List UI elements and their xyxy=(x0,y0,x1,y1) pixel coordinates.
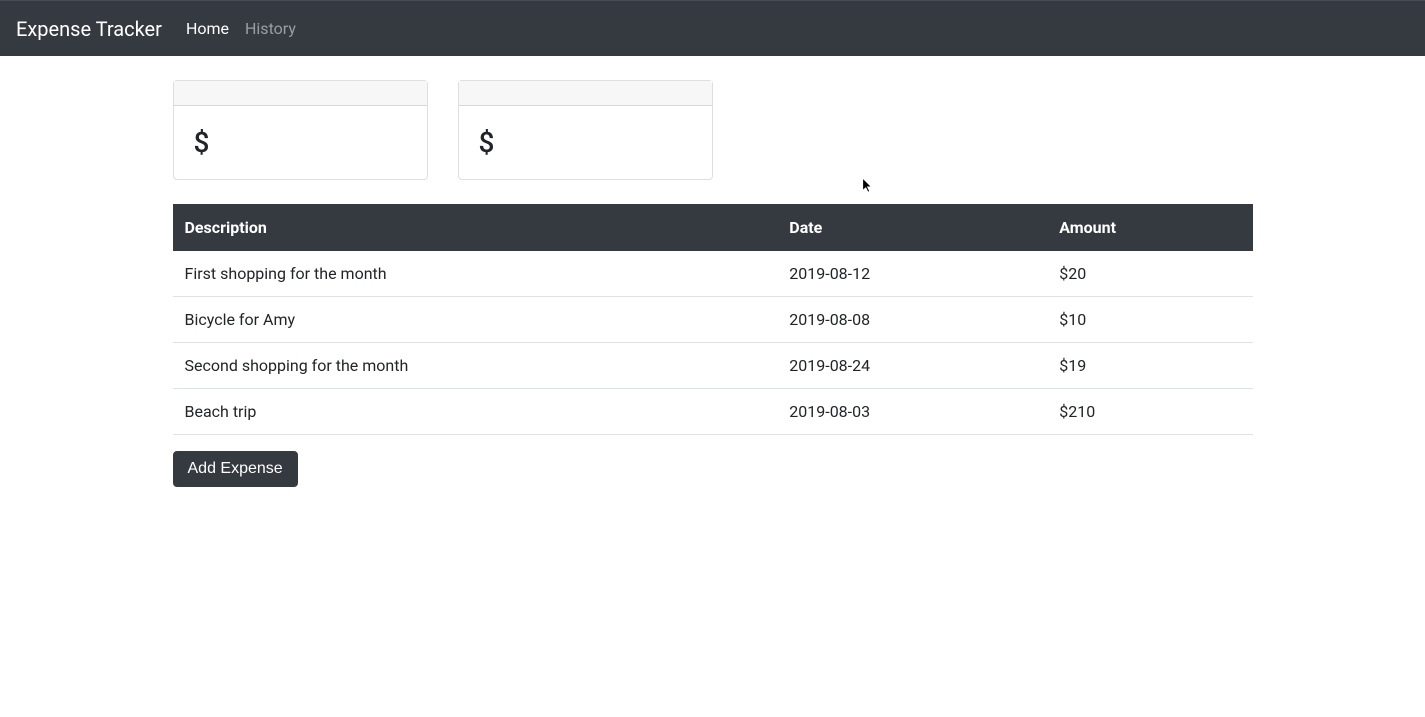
table-row: Bicycle for Amy 2019-08-08 $10 xyxy=(173,297,1253,343)
cell-date: 2019-08-12 xyxy=(777,251,1047,297)
table-row: Beach trip 2019-08-03 $210 xyxy=(173,389,1253,435)
table-header-date: Date xyxy=(777,204,1047,251)
add-expense-button[interactable]: Add Expense xyxy=(173,451,298,487)
summary-card: $ xyxy=(458,80,713,180)
cell-date: 2019-08-24 xyxy=(777,343,1047,389)
table-row: Second shopping for the month 2019-08-24… xyxy=(173,343,1253,389)
cell-amount: $210 xyxy=(1047,389,1252,435)
summary-card-value: $ xyxy=(194,126,407,159)
cell-description: Beach trip xyxy=(173,389,778,435)
summary-card-body: $ xyxy=(459,106,712,179)
cell-description: Second shopping for the month xyxy=(173,343,778,389)
table-header-row: Description Date Amount xyxy=(173,204,1253,251)
summary-card: $ xyxy=(173,80,428,180)
main-container: $ $ Description Date Amount First shoppi… xyxy=(158,80,1268,487)
cell-date: 2019-08-08 xyxy=(777,297,1047,343)
summary-card-header xyxy=(459,81,712,106)
table-row: First shopping for the month 2019-08-12 … xyxy=(173,251,1253,297)
summary-cards-row: $ $ xyxy=(173,80,1253,180)
cell-description: Bicycle for Amy xyxy=(173,297,778,343)
cell-amount: $19 xyxy=(1047,343,1252,389)
cell-date: 2019-08-03 xyxy=(777,389,1047,435)
table-header-description: Description xyxy=(173,204,778,251)
navbar: Expense Tracker Home History xyxy=(0,0,1425,56)
cell-amount: $20 xyxy=(1047,251,1252,297)
table-header-amount: Amount xyxy=(1047,204,1252,251)
navbar-brand[interactable]: Expense Tracker xyxy=(16,17,162,41)
nav-link-home[interactable]: Home xyxy=(178,11,237,46)
nav-link-history[interactable]: History xyxy=(237,11,304,46)
summary-card-value: $ xyxy=(479,126,692,159)
cell-description: First shopping for the month xyxy=(173,251,778,297)
summary-card-body: $ xyxy=(174,106,427,179)
expenses-table: Description Date Amount First shopping f… xyxy=(173,204,1253,435)
cell-amount: $10 xyxy=(1047,297,1252,343)
summary-card-header xyxy=(174,81,427,106)
